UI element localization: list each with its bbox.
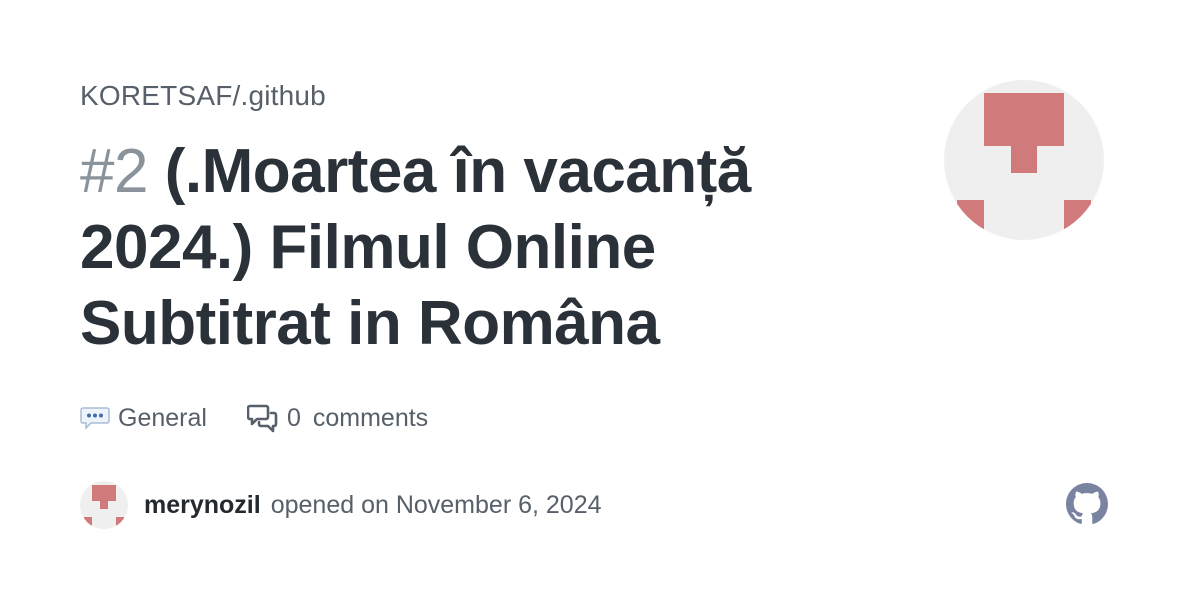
comments-count: 0: [286, 403, 301, 432]
speech-balloon-icon: [80, 403, 110, 433]
issue-meta: General 0 comments: [80, 400, 428, 436]
issue-title-text: (.Moartea în vacanță 2024.) Filmul Onlin…: [80, 137, 751, 358]
opened-date-text: opened on November 6, 2024: [270, 490, 602, 519]
issue-number: #2: [80, 137, 148, 206]
category-label[interactable]: General: [118, 404, 207, 433]
author-username[interactable]: merynozil: [144, 491, 261, 520]
github-mark-icon[interactable]: [1066, 483, 1108, 525]
author-avatar-large[interactable]: [944, 80, 1104, 240]
author-avatar-small[interactable]: [80, 481, 128, 529]
social-card: KORETSAF/.github #2 (.Moartea în vacanță…: [0, 0, 1200, 600]
issue-byline: merynozil opened on November 6, 2024: [80, 481, 602, 529]
repo-name[interactable]: KORETSAF/.github: [80, 80, 326, 112]
comment-discussion-icon: [246, 402, 279, 434]
issue-title[interactable]: #2 (.Moartea în vacanță 2024.) Filmul On…: [80, 134, 870, 362]
comments-label: comments: [312, 403, 429, 432]
